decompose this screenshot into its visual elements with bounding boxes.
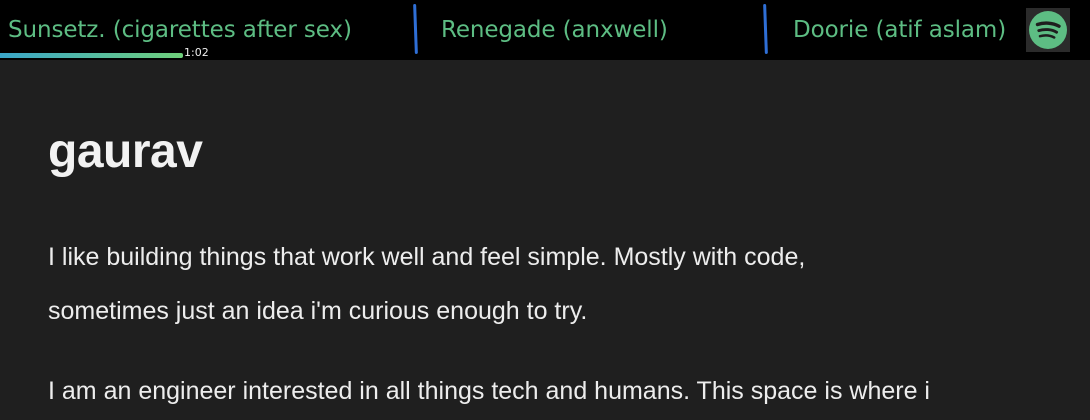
profile-name: gaurav bbox=[48, 125, 203, 178]
track-doorie[interactable]: Doorie (atif aslam) bbox=[793, 14, 1006, 46]
paragraph-line: sometimes just an idea i'm curious enoug… bbox=[48, 297, 588, 325]
paragraph-line: I like building things that work well an… bbox=[48, 243, 806, 271]
playback-progress-fill bbox=[0, 53, 183, 58]
spotify-icon bbox=[1029, 11, 1067, 49]
track-divider bbox=[413, 3, 418, 55]
page: Sunsetz. (cigarettes after sex) Renegade… bbox=[0, 0, 1090, 420]
playback-progress-bar[interactable] bbox=[0, 53, 183, 58]
about-paragraph: I am an engineer interested in all thing… bbox=[48, 364, 930, 418]
track-sunsetz[interactable]: Sunsetz. (cigarettes after sex) bbox=[8, 14, 352, 46]
track-divider bbox=[763, 3, 768, 55]
elapsed-time: 1:02 bbox=[184, 46, 209, 59]
spotify-button[interactable] bbox=[1026, 8, 1070, 52]
track-renegade[interactable]: Renegade (anxwell) bbox=[441, 14, 668, 46]
paragraph-line: I am an engineer interested in all thing… bbox=[48, 377, 930, 405]
now-playing-bar: Sunsetz. (cigarettes after sex) Renegade… bbox=[0, 0, 1090, 60]
intro-paragraph: I like building things that work well an… bbox=[48, 230, 805, 338]
